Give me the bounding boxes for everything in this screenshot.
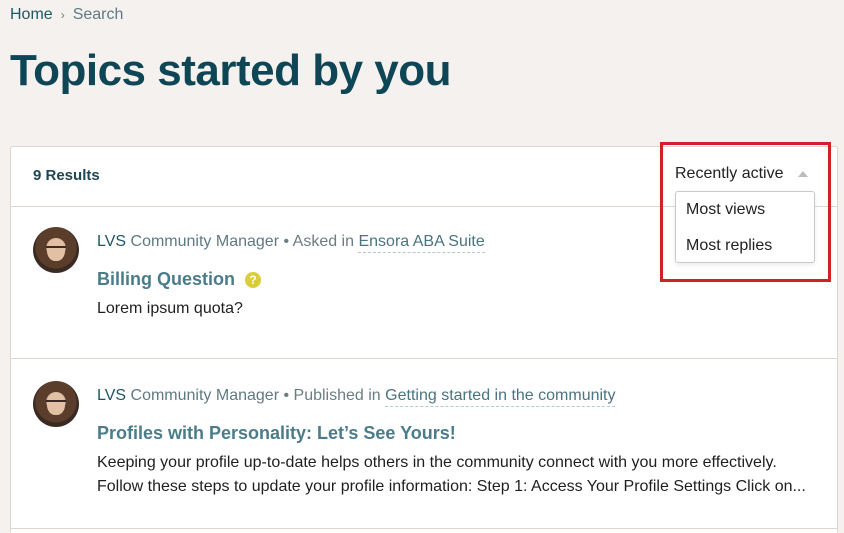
topic-title[interactable]: Billing Question ?: [97, 269, 261, 290]
topic-excerpt: Lorem ipsum quota?: [97, 297, 817, 321]
breadcrumb: Home › Search: [10, 6, 123, 24]
breadcrumb-home-link[interactable]: Home: [10, 6, 53, 24]
author-role: Community Manager: [130, 233, 280, 250]
topic-title-text[interactable]: Profiles with Personality: Let’s See You…: [97, 423, 456, 444]
topic-excerpt: Keeping your profile up-to-date helps ot…: [97, 451, 817, 499]
topic-item: LVS Community Manager • Asked in Ensora …: [11, 207, 837, 359]
author-name[interactable]: LVS: [97, 387, 126, 404]
topic-item: LVS Community Manager • Published in Get…: [11, 359, 837, 529]
results-header: 9 Results Recently active Most views Mos…: [11, 147, 837, 263]
results-count: 9 Results: [33, 167, 100, 184]
breadcrumb-current: Search: [72, 6, 124, 23]
meta-separator: •: [283, 233, 290, 250]
sort-selected-value: Recently active: [675, 165, 784, 182]
topic-title[interactable]: Profiles with Personality: Let’s See You…: [97, 423, 456, 444]
topic-place-link[interactable]: Getting started in the community: [385, 387, 616, 407]
topic-meta: LVS Community Manager • Published in Get…: [97, 387, 616, 407]
avatar[interactable]: [33, 227, 79, 273]
author-role: Community Manager: [130, 387, 280, 404]
author-name[interactable]: LVS: [97, 233, 126, 250]
caret-up-icon: [797, 171, 808, 177]
topic-title-text[interactable]: Billing Question: [97, 269, 235, 290]
avatar[interactable]: [33, 381, 79, 427]
topic-action: Published in: [293, 387, 381, 404]
page-title: Topics started by you: [10, 46, 452, 95]
excerpt-line: Lorem ipsum quota?: [97, 300, 243, 317]
excerpt-line: Follow these steps to update your profil…: [97, 478, 806, 495]
sort-select[interactable]: Recently active: [675, 165, 808, 183]
question-icon: ?: [245, 271, 261, 288]
topic-place-link[interactable]: Ensora ABA Suite: [358, 233, 485, 253]
topic-action: Asked in: [292, 233, 355, 250]
excerpt-line: Keeping your profile up-to-date helps ot…: [97, 454, 777, 471]
results-panel: 9 Results Recently active Most views Mos…: [10, 146, 838, 533]
breadcrumb-separator: ›: [60, 8, 65, 22]
meta-separator: •: [283, 387, 290, 404]
topic-meta: LVS Community Manager • Asked in Ensora …: [97, 233, 485, 253]
